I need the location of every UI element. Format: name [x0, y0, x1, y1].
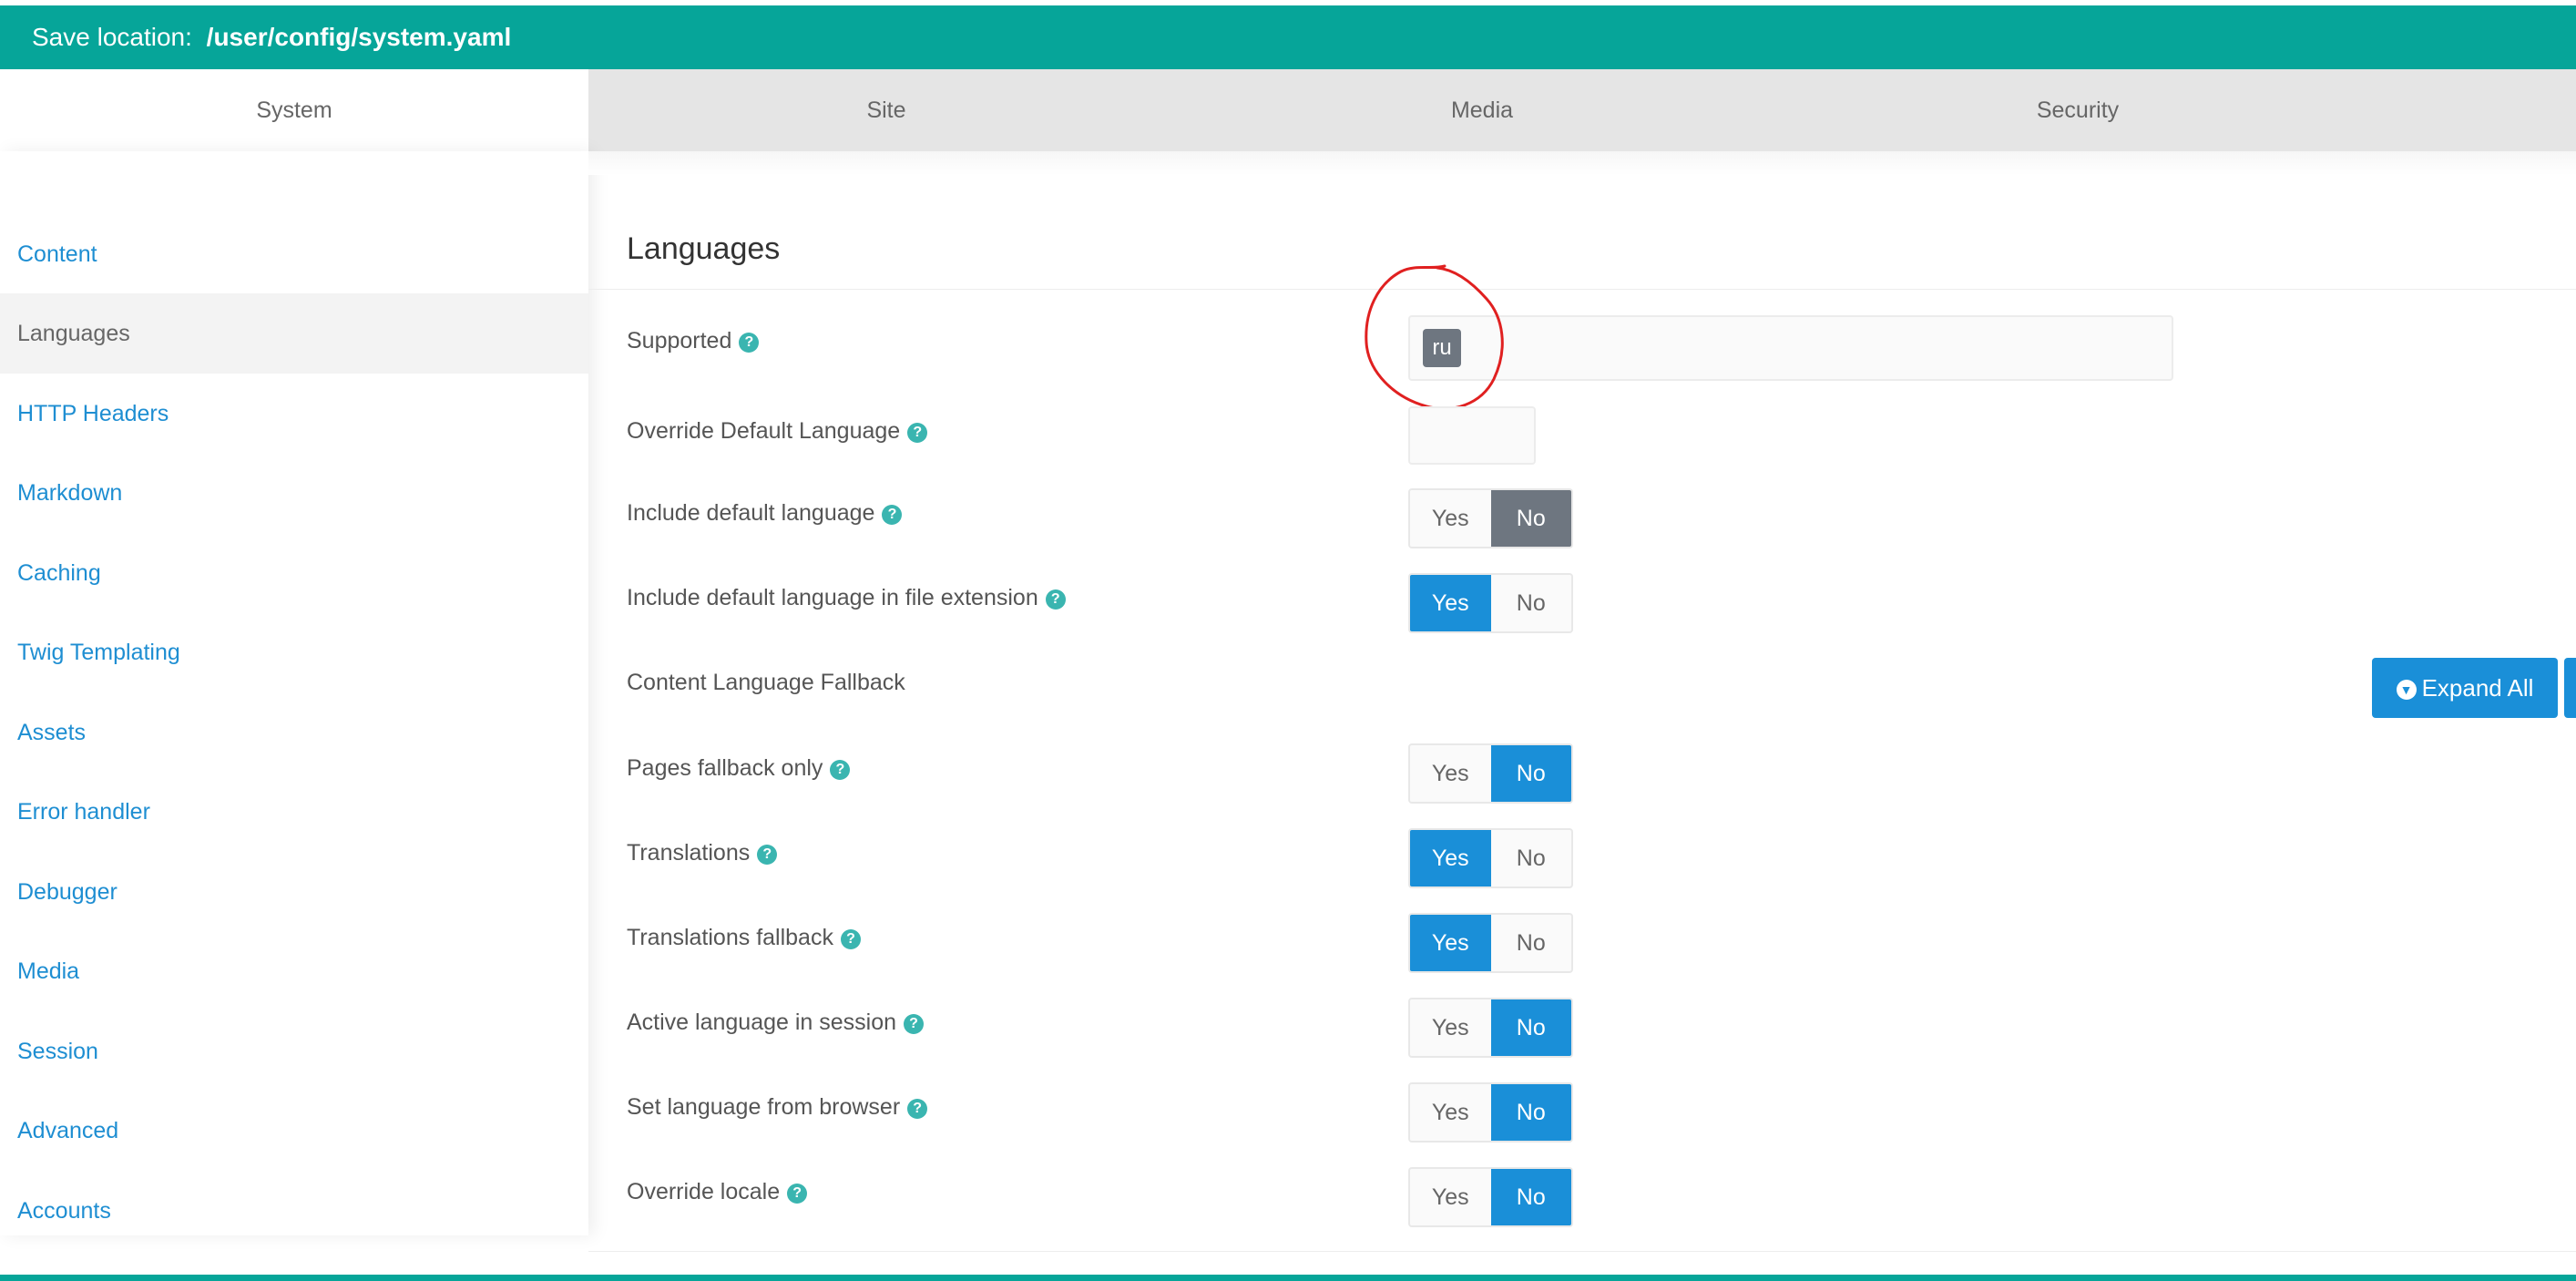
language-from-browser-no[interactable]: No [1490, 1084, 1571, 1141]
content-language-fallback-heading: Content Language Fallback [627, 670, 905, 695]
translations-fallback-label: Translations fallback? [627, 925, 861, 951]
help-icon[interactable]: ? [787, 1184, 808, 1204]
supported-languages-input[interactable] [1408, 315, 2173, 381]
language-from-browser-label: Set language from browser? [627, 1094, 928, 1121]
save-location-path: /user/config/system.yaml [206, 23, 512, 51]
tab-media[interactable]: Media [1184, 69, 1780, 151]
help-icon[interactable]: ? [830, 760, 851, 780]
include-default-language-label: Include default language? [627, 500, 903, 527]
translations-toggle: Yes No [1408, 828, 1573, 888]
language-from-browser-label-text: Set language from browser [627, 1094, 901, 1120]
supported-label-text: Supported [627, 328, 732, 354]
sidebar-item-advanced[interactable]: Advanced [0, 1091, 588, 1171]
sidebar-item-accounts[interactable]: Accounts [0, 1171, 588, 1251]
help-icon[interactable]: ? [1045, 589, 1066, 610]
include-default-language-ext-label: Include default language in file extensi… [627, 585, 1066, 611]
sidebar-item-twig-templating[interactable]: Twig Templating [0, 612, 588, 692]
sidebar-item-http-headers[interactable]: HTTP Headers [0, 374, 588, 454]
tab-security[interactable]: Security [1780, 69, 2376, 151]
save-location-bar: Save location: /user/config/system.yaml [0, 5, 2576, 69]
help-icon[interactable]: ? [904, 1014, 925, 1034]
sidebar-item-session[interactable]: Session [0, 1011, 588, 1091]
sidebar-item-languages[interactable]: Languages [0, 293, 588, 374]
save-location-label: Save location: [32, 23, 192, 51]
chevron-down-icon: ▼ [2396, 680, 2417, 700]
help-icon[interactable]: ? [840, 929, 861, 949]
include-default-language-ext-yes[interactable]: Yes [1410, 575, 1491, 631]
include-default-language-yes[interactable]: Yes [1410, 490, 1491, 547]
supported-label: Supported? [627, 328, 760, 354]
translations-label-text: Translations [627, 840, 751, 866]
override-default-language-label-text: Override Default Language [627, 418, 901, 444]
section-bottom-divider [588, 1251, 2576, 1252]
translations-fallback-yes[interactable]: Yes [1410, 915, 1491, 971]
translations-yes[interactable]: Yes [1410, 830, 1491, 886]
active-language-session-label: Active language in session? [627, 1009, 925, 1036]
active-language-session-no[interactable]: No [1490, 999, 1571, 1056]
sidebar-item-caching[interactable]: Caching [0, 533, 588, 613]
tab-site[interactable]: Site [588, 69, 1184, 151]
override-locale-toggle: Yes No [1408, 1167, 1573, 1227]
active-language-session-label-text: Active language in session [627, 1009, 897, 1035]
help-icon[interactable]: ? [882, 505, 903, 525]
pages-fallback-only-toggle: Yes No [1408, 743, 1573, 804]
override-locale-no[interactable]: No [1490, 1169, 1571, 1225]
translations-fallback-toggle: Yes No [1408, 913, 1573, 973]
language-from-browser-yes[interactable]: Yes [1410, 1084, 1491, 1141]
expand-all-label: Expand All [2421, 674, 2534, 702]
override-locale-yes[interactable]: Yes [1410, 1169, 1491, 1225]
sidebar-item-markdown[interactable]: Markdown [0, 453, 588, 533]
override-locale-label: Override locale? [627, 1179, 808, 1205]
active-language-session-toggle: Yes No [1408, 998, 1573, 1058]
sidebar-item-assets[interactable]: Assets [0, 692, 588, 773]
bottom-accent-bar [0, 1275, 2576, 1281]
translations-label: Translations? [627, 840, 778, 866]
translations-fallback-no[interactable]: No [1491, 915, 1572, 971]
pages-fallback-only-yes[interactable]: Yes [1410, 745, 1491, 802]
help-icon[interactable]: ? [757, 845, 778, 865]
include-default-language-toggle: Yes No [1408, 488, 1573, 548]
override-default-language-label: Override Default Language? [627, 418, 928, 445]
collapse-all-button-partial[interactable] [2564, 658, 2576, 718]
pages-fallback-only-no[interactable]: No [1490, 745, 1571, 802]
translations-fallback-label-text: Translations fallback [627, 925, 833, 950]
language-from-browser-toggle: Yes No [1408, 1082, 1573, 1143]
translations-no[interactable]: No [1491, 830, 1572, 886]
help-icon[interactable]: ? [739, 333, 760, 353]
sidebar: Content Languages HTTP Headers Markdown … [0, 151, 588, 1235]
include-default-language-no[interactable]: No [1490, 490, 1571, 547]
include-default-language-ext-label-text: Include default language in file extensi… [627, 585, 1038, 610]
help-icon[interactable]: ? [907, 1099, 928, 1119]
tab-system[interactable]: System [0, 69, 588, 151]
include-default-language-label-text: Include default language [627, 500, 875, 526]
section-divider [588, 289, 2576, 290]
expand-all-button[interactable]: ▼ Expand All [2372, 658, 2558, 718]
pages-fallback-only-label: Pages fallback only? [627, 755, 851, 782]
override-default-language-input[interactable] [1408, 406, 1536, 465]
sidebar-item-error-handler[interactable]: Error handler [0, 772, 588, 852]
language-tag-ru[interactable]: ru [1423, 329, 1461, 367]
include-default-language-ext-toggle: Yes No [1408, 573, 1573, 633]
sidebar-item-debugger[interactable]: Debugger [0, 852, 588, 932]
pages-fallback-only-label-text: Pages fallback only [627, 755, 823, 781]
help-icon[interactable]: ? [907, 423, 928, 443]
include-default-language-ext-no[interactable]: No [1491, 575, 1572, 631]
sidebar-item-media[interactable]: Media [0, 931, 588, 1011]
section-title: Languages [627, 231, 781, 266]
config-tabs: System Site Media Security [0, 69, 2576, 151]
active-language-session-yes[interactable]: Yes [1410, 999, 1491, 1056]
override-locale-label-text: Override locale [627, 1179, 781, 1204]
sidebar-item-content[interactable]: Content [0, 214, 588, 294]
main-top-strip [588, 151, 2576, 175]
